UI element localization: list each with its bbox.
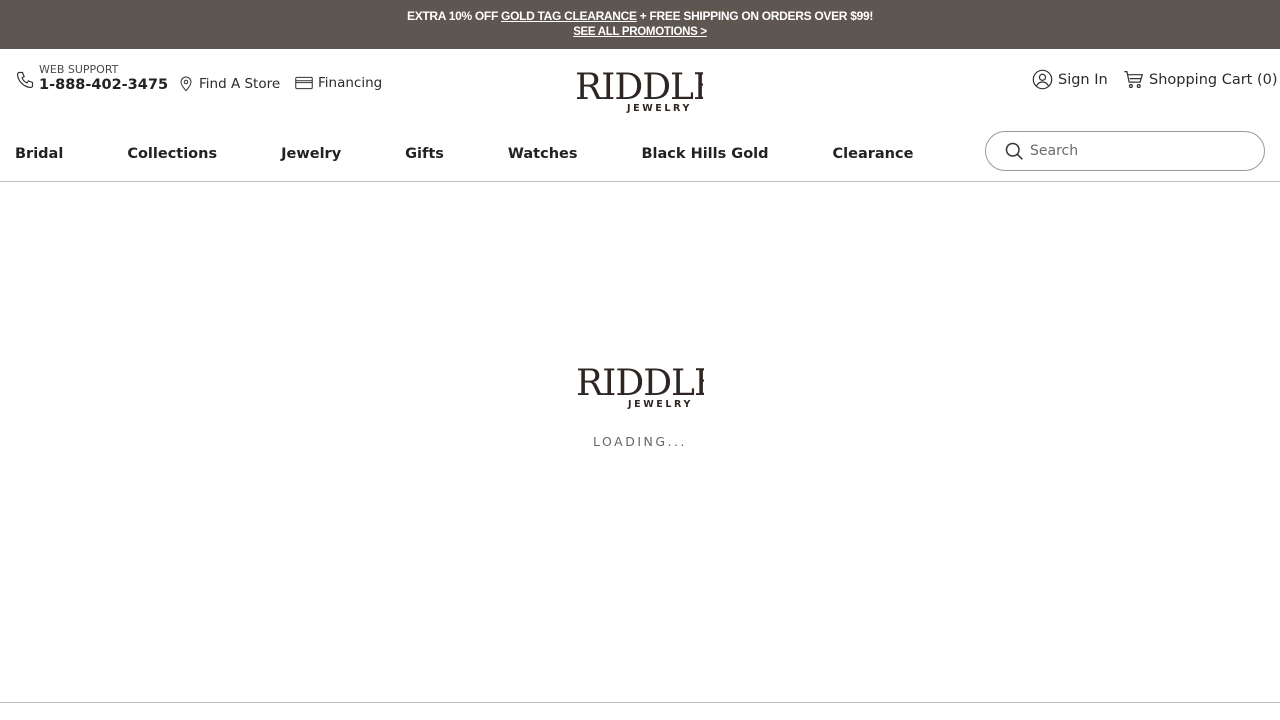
financing-label: Financing — [318, 75, 383, 91]
loading-logo-wordmark: RIDDLE'S — [576, 363, 704, 404]
map-pin-icon — [180, 76, 192, 92]
phone-icon — [16, 71, 34, 89]
shopping-cart-link[interactable]: Shopping Cart (0) — [1123, 69, 1278, 90]
support-label: WEB SUPPORT — [39, 63, 119, 76]
credit-card-icon — [295, 76, 313, 90]
nav-item-clearance[interactable]: Clearance — [833, 146, 914, 162]
find-a-store-label: Find A Store — [199, 76, 281, 92]
web-support[interactable]: WEB SUPPORT 1-888-402-3475 — [15, 63, 168, 94]
gold-tag-clearance-link[interactable]: GOLD TAG CLEARANCE — [501, 9, 637, 23]
sign-in-link[interactable]: Sign In — [1032, 69, 1108, 90]
search-input[interactable] — [1030, 143, 1250, 159]
search-icon[interactable] — [1004, 141, 1024, 161]
nav-item-gifts[interactable]: Gifts — [405, 146, 444, 162]
nav-item-collections[interactable]: Collections — [127, 146, 217, 162]
nav-item-jewelry[interactable]: Jewelry — [281, 146, 341, 162]
riddles-jewelry-logo[interactable]: RIDDLE'S JEWELRY — [575, 63, 703, 115]
financing-link[interactable]: Financing — [295, 75, 382, 91]
find-a-store-link[interactable]: Find A Store — [178, 75, 280, 93]
promo-banner: EXTRA 10% OFF GOLD TAG CLEARANCE + FREE … — [0, 0, 1280, 49]
loading-logo: RIDDLE'S JEWELRY — [576, 363, 704, 410]
promo-text-shipping: + FREE SHIPPING ON ORDERS OVER $99! — [636, 9, 874, 23]
loading-text: LOADING... — [593, 434, 687, 449]
see-all-promotions-link[interactable]: SEE ALL PROMOTIONS > — [0, 24, 1280, 40]
shopping-cart-label: Shopping Cart (0) — [1149, 71, 1278, 88]
main-navigation: Bridal Collections Jewelry Gifts Watches… — [15, 146, 977, 162]
sign-in-label: Sign In — [1058, 71, 1108, 88]
support-phone[interactable]: 1-888-402-3475 — [39, 76, 168, 94]
search-box[interactable] — [985, 131, 1265, 171]
nav-item-bridal[interactable]: Bridal — [15, 146, 63, 162]
promo-text: EXTRA 10% OFF — [406, 9, 502, 23]
nav-item-black-hills-gold[interactable]: Black Hills Gold — [641, 146, 768, 162]
nav-item-watches[interactable]: Watches — [508, 146, 578, 162]
divider — [0, 702, 1280, 703]
cart-icon — [1124, 71, 1144, 89]
site-header: WEB SUPPORT 1-888-402-3475 Find A Store … — [0, 49, 1280, 182]
loading-logo-subtitle: JEWELRY — [627, 399, 693, 410]
promo-line-1: EXTRA 10% OFF GOLD TAG CLEARANCE + FREE … — [0, 8, 1280, 24]
user-icon — [1032, 69, 1053, 90]
logo-wordmark: RIDDLE'S — [575, 67, 703, 108]
logo-subtitle: JEWELRY — [626, 103, 692, 114]
